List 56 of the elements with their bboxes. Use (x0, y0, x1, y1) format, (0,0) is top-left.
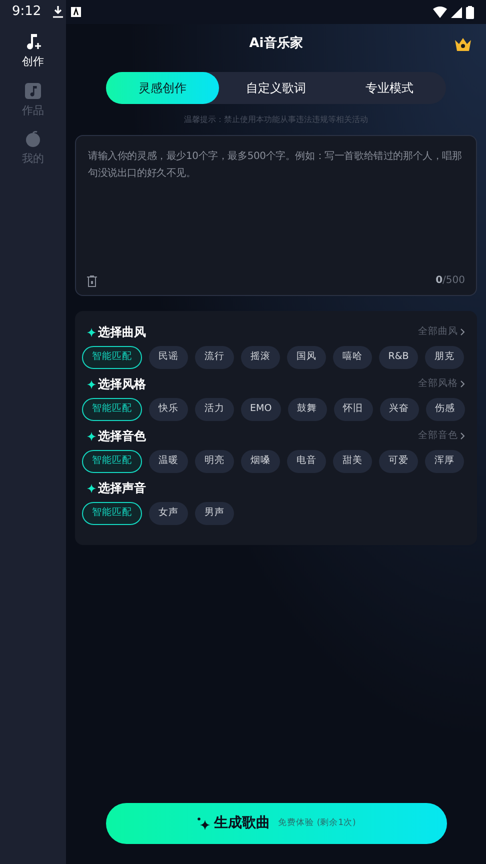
notification-icon (71, 7, 82, 17)
option-chip[interactable]: 摇滚 (241, 346, 280, 369)
chevron-right-icon (460, 328, 465, 336)
free-trial-note: 免费体验 (剩余1次) (278, 817, 356, 830)
option-chip[interactable]: 烟嗓 (241, 450, 280, 473)
option-chip[interactable]: 明亮 (195, 450, 234, 473)
option-chip[interactable]: 甜美 (333, 450, 372, 473)
option-chip[interactable]: 智能匹配 (82, 398, 142, 421)
sidebar-tab[interactable]: 创作 (22, 32, 44, 70)
section-title: 选择曲风 (98, 324, 146, 341)
option-chip[interactable]: R&B (379, 346, 418, 369)
sparkle-icon (87, 380, 96, 388)
generate-button[interactable]: 生成歌曲 免费体验 (剩余1次) (106, 803, 446, 844)
mode-tab[interactable]: 自定义歌词 (219, 72, 333, 104)
option-chip[interactable]: 电音 (287, 450, 326, 473)
option-chip[interactable]: 流行 (195, 346, 234, 369)
sparkle-icon (87, 484, 96, 492)
section-title: 选择声音 (98, 480, 146, 497)
option-chip[interactable]: 鼓舞 (288, 398, 327, 421)
option-chip[interactable]: 快乐 (149, 398, 188, 421)
crown-icon[interactable] (454, 36, 472, 52)
download-icon (53, 6, 64, 18)
generate-label: 生成歌曲 (214, 814, 270, 833)
chevron-right-icon (460, 432, 465, 440)
battery-icon (466, 6, 474, 18)
char-counter: 0/500 (436, 274, 465, 288)
option-chip[interactable]: 浑厚 (425, 450, 464, 473)
option-chip[interactable]: 怀旧 (334, 398, 373, 421)
signal-icon (451, 6, 462, 18)
wifi-icon (433, 6, 447, 18)
sparkle-icon (87, 328, 96, 336)
section-title: 选择风格 (98, 376, 146, 393)
sparkle-icon (87, 432, 96, 440)
app-title: Ai音乐家 (249, 34, 303, 54)
option-chip[interactable]: 嘻哈 (333, 346, 372, 369)
option-chip[interactable]: 国风 (287, 346, 326, 369)
section-title: 选择音色 (98, 428, 146, 445)
option-chip[interactable]: 兴奋 (380, 398, 419, 421)
option-chip[interactable]: 朋克 (425, 346, 464, 369)
sparkle-icon (196, 816, 210, 830)
chevron-right-icon (460, 380, 465, 388)
option-chip[interactable]: 智能匹配 (82, 502, 142, 525)
option-chip[interactable]: 智能匹配 (82, 346, 142, 369)
mode-tab[interactable]: 灵感创作 (106, 72, 220, 104)
option-chip[interactable]: 民谣 (149, 346, 188, 369)
option-chip[interactable]: 女声 (149, 502, 188, 525)
option-chip[interactable]: 温暖 (149, 450, 188, 473)
option-chip[interactable]: 男声 (195, 502, 234, 525)
option-chip[interactable]: 可爱 (379, 450, 418, 473)
option-chip[interactable]: 活力 (195, 398, 234, 421)
option-chip[interactable]: EMO (241, 398, 281, 421)
mode-tab[interactable]: 专业模式 (332, 72, 446, 104)
option-chip[interactable]: 智能匹配 (82, 450, 142, 473)
option-chip[interactable]: 伤感 (426, 398, 465, 421)
trash-icon[interactable] (87, 274, 97, 286)
status-time: 9:12 (12, 3, 42, 22)
